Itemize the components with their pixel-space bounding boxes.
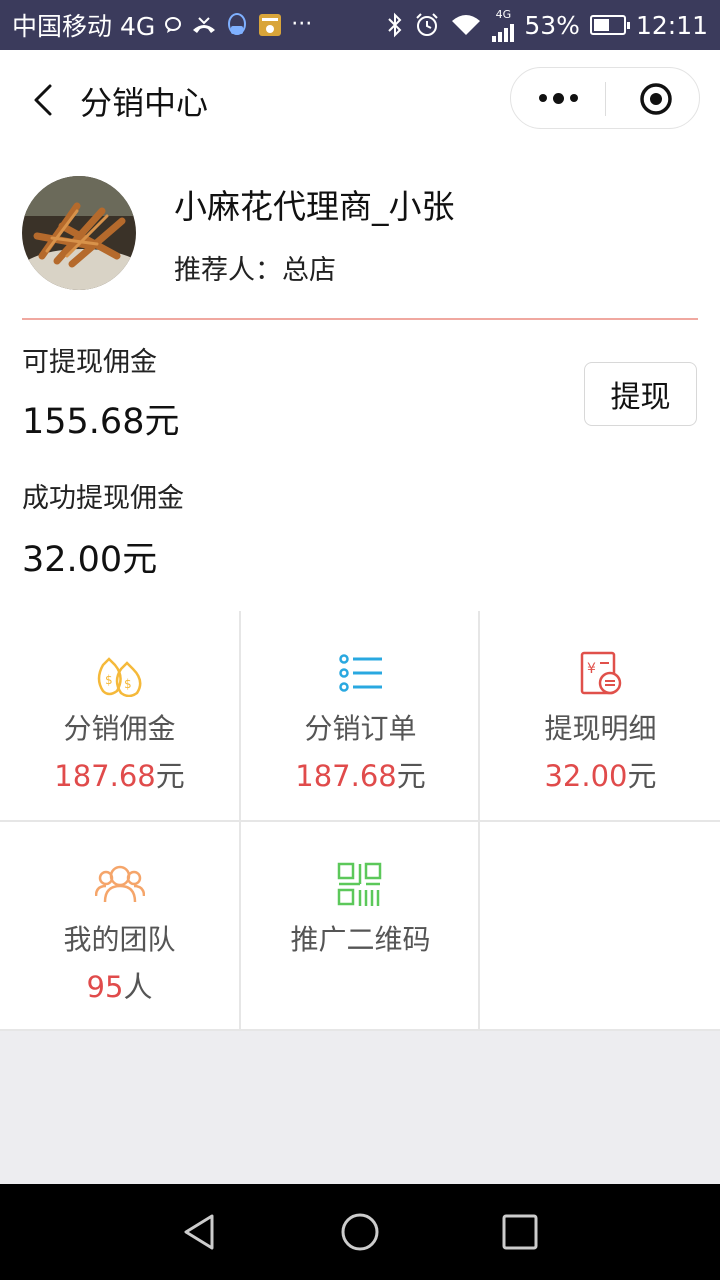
- grid-divider: [0, 1029, 720, 1031]
- qq-icon: [228, 13, 247, 35]
- grid-item-withdraw-detail[interactable]: ¥ 提现明细 32.00元: [481, 611, 720, 820]
- grid-item-team[interactable]: 我的团队 95人: [0, 822, 239, 1031]
- withdraw-detail-icon: ¥: [580, 651, 622, 695]
- withdraw-button[interactable]: 提现: [584, 362, 697, 426]
- grid-item-label: 我的团队: [63, 923, 176, 956]
- home-nav-icon[interactable]: [340, 1212, 380, 1252]
- nav-header: 分销中心: [0, 50, 720, 148]
- grid-item-commission[interactable]: $ $ 分销佣金 187.68元: [0, 611, 239, 820]
- grid-item-qr-code[interactable]: 推广二维码: [241, 822, 480, 1031]
- svg-text:$: $: [124, 677, 132, 691]
- grid-item-value: 95人: [86, 970, 153, 1004]
- status-bar: 中国移动 4G ··· 4G 53% 12:11: [0, 0, 720, 50]
- money-bags-icon: $ $: [97, 657, 142, 697]
- back-nav-icon[interactable]: [180, 1212, 220, 1252]
- withdrawn-commission-label: 成功提现佣金: [22, 483, 184, 514]
- available-commission-label: 可提现佣金: [22, 347, 157, 378]
- signal-icon: [492, 20, 515, 42]
- back-icon[interactable]: [26, 80, 66, 120]
- grid-divider: [0, 820, 720, 822]
- missed-call-icon: [193, 17, 216, 33]
- grid-item-label: 分销佣金: [63, 712, 176, 745]
- more-menu-button[interactable]: [511, 68, 605, 128]
- grid-item-label: 提现明细: [544, 712, 657, 745]
- close-mini-program-icon[interactable]: [639, 82, 673, 116]
- function-grid: $ $ 分销佣金 187.68元 分销订单 187.68元 ¥ 提现明细 32.…: [0, 611, 720, 1031]
- avatar: [22, 176, 136, 290]
- chat-icon: [165, 17, 182, 33]
- distributor-name: 小麻花代理商_小张: [174, 187, 455, 226]
- svg-text:¥: ¥: [587, 661, 596, 677]
- system-nav-bar: [0, 1184, 720, 1280]
- withdrawn-commission-value: 32.00元: [22, 540, 158, 580]
- grid-item-label: 推广二维码: [290, 923, 431, 956]
- grid-item-label: 分销订单: [304, 712, 417, 745]
- qr-code-icon: [337, 862, 382, 906]
- team-icon: [95, 865, 145, 903]
- mobile-data-indicator: 4G: [492, 7, 515, 42]
- svg-text:$: $: [105, 673, 113, 687]
- battery-icon: [589, 15, 630, 35]
- recents-nav-icon[interactable]: [500, 1212, 540, 1252]
- capsule-divider: [605, 82, 606, 116]
- grid-item-orders[interactable]: 分销订单 187.68元: [241, 611, 480, 820]
- bluetooth-icon: [388, 12, 402, 38]
- more-notifications-icon: ···: [291, 12, 313, 37]
- available-commission-value: 155.68元: [22, 402, 180, 442]
- page-title: 分销中心: [80, 84, 209, 122]
- app-notification-icon: [259, 14, 282, 36]
- referrer-label: 推荐人：总店: [174, 255, 336, 286]
- profile-divider: [22, 318, 698, 320]
- distribution-summary: 小麻花代理商_小张 推荐人：总店 可提现佣金 155.68元 提现 成功提现佣金…: [0, 148, 720, 611]
- list-icon: [339, 654, 382, 692]
- mini-program-capsule: [510, 67, 700, 129]
- grid-item-value: 32.00元: [544, 759, 657, 793]
- network-badge: 4G: [495, 7, 512, 21]
- clock: 12:11: [635, 10, 708, 40]
- grid-item-value: 187.68元: [295, 759, 426, 793]
- wifi-icon: [452, 15, 481, 35]
- grid-item-value: 187.68元: [54, 759, 185, 793]
- alarm-icon: [416, 13, 439, 36]
- grid-item-empty: [481, 822, 720, 1031]
- carrier-label: 中国移动 4G: [12, 12, 156, 41]
- battery-percent: 53%: [524, 10, 580, 40]
